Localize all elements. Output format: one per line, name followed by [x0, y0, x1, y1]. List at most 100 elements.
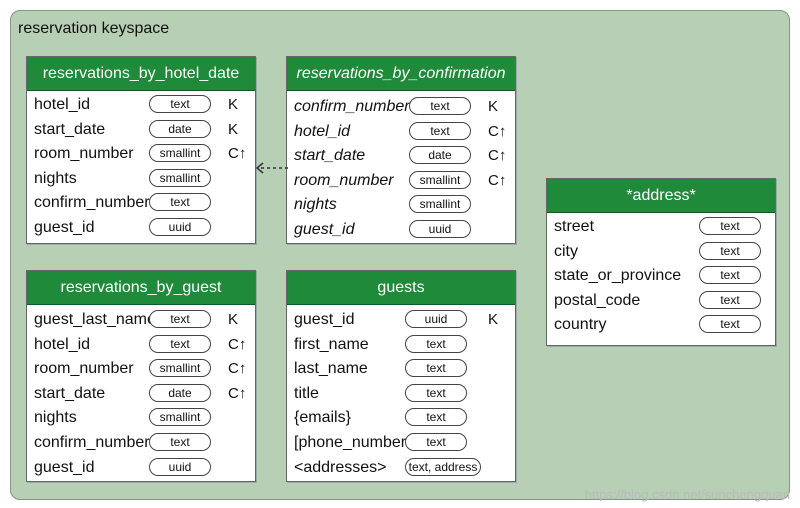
field-row: hotel_id text C↑ [27, 333, 255, 357]
field-name: start_date [34, 120, 106, 138]
field-type-pill: smallint [149, 359, 211, 378]
field-type-pill: date [149, 383, 211, 402]
field-key-marker: K [488, 98, 499, 115]
field-type-pill: text [699, 290, 761, 309]
table-address-udt: *address* street text city text state_or_pro… [546, 178, 776, 346]
field-type-pill: text [409, 97, 471, 115]
field-row: [phone_numbers] text [287, 431, 515, 455]
field-row: guest_last_name text K [27, 308, 255, 332]
field-row: last_name text [287, 357, 515, 381]
field-type-pill: date [409, 146, 471, 165]
field-row: guest_id uuid [27, 216, 255, 240]
field-key-marker: C↑ [228, 145, 247, 163]
keyspace-label: reservation keyspace [18, 20, 170, 37]
field-key-marker: C↑ [488, 171, 507, 189]
field-name: guest_id [34, 458, 95, 476]
field-type-pill: uuid [405, 310, 467, 328]
field-key-marker: K [228, 311, 239, 328]
field-row: city text [547, 240, 775, 264]
field-row: start_date date K [27, 118, 255, 142]
field-type-pill: text [699, 315, 761, 334]
field-type-pill: uuid [409, 220, 471, 238]
field-type-pill: text [149, 310, 211, 328]
field-row: postal_code text [547, 289, 775, 313]
field-type-pill: uuid [149, 457, 211, 476]
field-name: room_number [34, 145, 134, 163]
field-row: confirm_number text [27, 191, 255, 215]
field-name: start_date [294, 147, 366, 165]
table-title: reservations_by_guest [27, 271, 255, 305]
field-row: {emails} text [287, 406, 515, 430]
field-name: hotel_id [34, 96, 91, 113]
field-row: street text [547, 215, 775, 239]
field-key-marker: K [228, 120, 239, 138]
field-type-pill: smallint [409, 195, 471, 214]
field-row: title text [287, 382, 515, 406]
field-type-pill: text [405, 408, 467, 427]
field-type-pill: smallint [149, 408, 211, 427]
field-name: room_number [294, 171, 394, 189]
field-type-pill: text [405, 383, 467, 402]
field-type-pill: text [409, 121, 471, 140]
field-type-pill: text [149, 95, 211, 113]
field-name: first_name [294, 335, 369, 353]
field-type-pill: text [405, 433, 467, 451]
field-type-pill: text [149, 334, 211, 353]
field-name: street [554, 218, 595, 235]
table-reservations-by-guest: reservations_by_guest guest_last_name tex… [26, 270, 256, 482]
table-title: guests [287, 271, 515, 305]
table-title: reservations_by_hotel_date [27, 57, 255, 91]
field-row: state_or_province text [547, 264, 775, 288]
field-row: start_date date C↑ [27, 382, 255, 406]
field-name: <addresses> [294, 458, 387, 476]
field-row: hotel_id text K [27, 93, 255, 117]
field-name: postal_code [554, 291, 641, 309]
field-type-pill: text [405, 334, 467, 353]
field-row: confirm_number text [27, 431, 255, 455]
field-row: country text [547, 313, 775, 337]
dashed-arrow-connector [255, 162, 288, 174]
field-row: <addresses> text, address [287, 456, 515, 480]
field-name: {emails} [294, 409, 351, 427]
field-row: nights smallint [287, 193, 515, 217]
field-name: country [554, 316, 607, 334]
field-type-pill: smallint [409, 170, 471, 189]
field-name: nights [34, 409, 77, 427]
field-row: guest_id uuid K [287, 308, 515, 332]
field-name: city [554, 242, 578, 260]
field-type-pill: uuid [149, 218, 211, 236]
table-reservations-by-confirmation: reservations_by_confirmation confirm_num… [286, 56, 516, 244]
table-guests: guests guest_id uuid Kfirst_name text last_n… [286, 270, 516, 482]
field-name: hotel_id [34, 335, 91, 353]
field-name: nights [294, 196, 337, 214]
field-key-marker: C↑ [488, 122, 507, 140]
field-row: first_name text [287, 333, 515, 357]
field-row: room_number smallint C↑ [287, 169, 515, 193]
field-type-pill: text [699, 266, 761, 285]
field-key-marker: C↑ [228, 384, 247, 402]
field-type-pill: smallint [149, 168, 211, 187]
field-name: confirm_number [294, 98, 410, 115]
field-type-pill: text [405, 359, 467, 378]
field-type-pill: date [149, 119, 211, 138]
table-title: reservations_by_confirmation [287, 57, 515, 91]
field-row: guest_id uuid [27, 456, 255, 480]
field-type-pill: text [699, 217, 761, 235]
field-row: guest_id uuid [287, 218, 515, 242]
field-row: hotel_id text C↑ [287, 120, 515, 144]
field-row: confirm_number text K [287, 95, 515, 119]
field-row: nights smallint [27, 406, 255, 430]
field-type-pill: smallint [149, 144, 211, 163]
table-reservations-by-hotel-date: reservations_by_hotel_date hotel_id text K… [26, 56, 256, 244]
field-key-marker: K [488, 311, 499, 328]
watermark-text: https://blog.csdn.net/sunchengquan [584, 487, 790, 502]
field-name: state_or_province [554, 267, 682, 285]
field-row: room_number smallint C↑ [27, 142, 255, 166]
field-name: guest_id [294, 221, 355, 238]
field-key-marker: C↑ [228, 360, 247, 378]
field-name: guest_id [294, 311, 355, 328]
field-name: hotel_id [294, 122, 351, 140]
field-name: last_name [294, 360, 368, 378]
field-type-pill: text [699, 241, 761, 260]
field-type-pill: text, address [405, 457, 481, 476]
